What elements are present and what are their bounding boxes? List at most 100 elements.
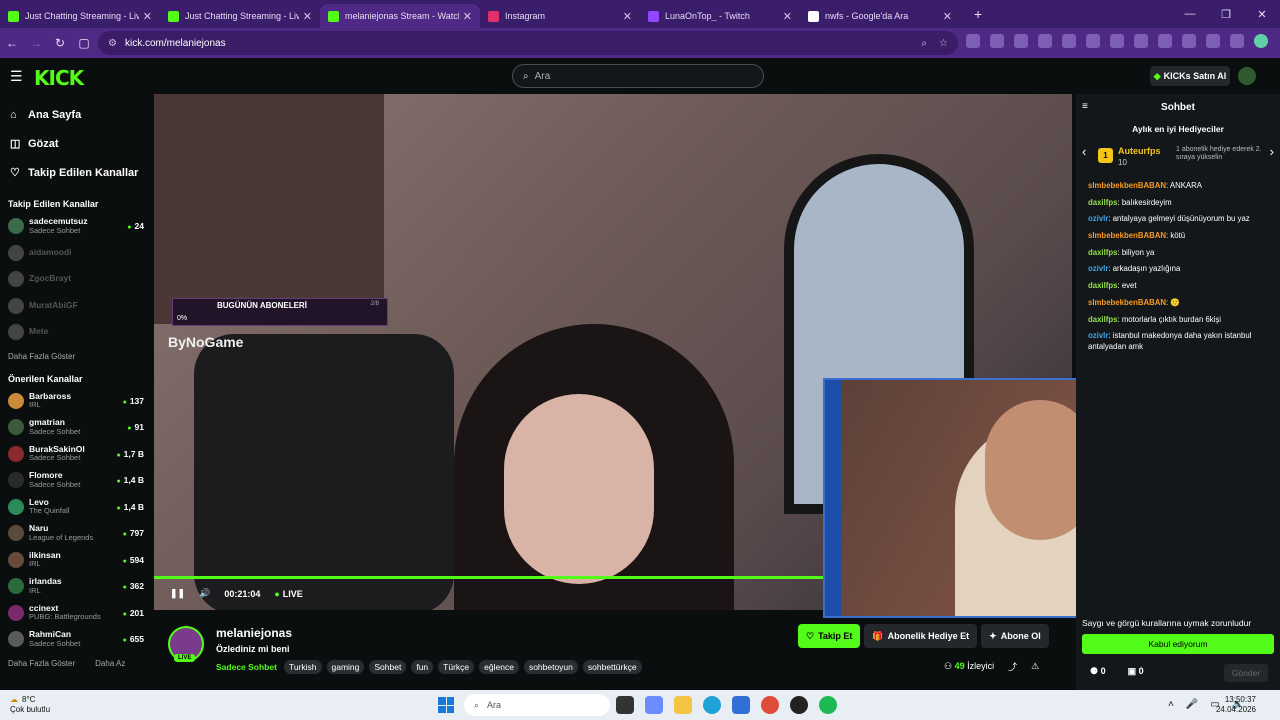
microphone-icon[interactable]: 🎤 (1186, 699, 1198, 710)
extension-icon[interactable] (966, 34, 980, 48)
sidebar-channel[interactable]: ilkinsanIRL594 (0, 547, 152, 574)
new-tab-button[interactable]: + (974, 6, 982, 22)
chat-username[interactable]: ozivlr (1088, 214, 1108, 223)
chat-username[interactable]: slmbebekbenBABAN (1088, 181, 1166, 190)
extension-icon[interactable] (1038, 34, 1052, 48)
task-view-icon[interactable] (616, 696, 634, 714)
sidebar-channel[interactable]: ccinextPUBG: Battlegrounds201 (0, 600, 152, 627)
site-info-icon[interactable]: ⚙ (108, 38, 117, 49)
sidebar-channel[interactable]: FlomoreSadece Sohbet1,4 B (0, 467, 152, 494)
bookmark-star-icon[interactable]: ☆ (939, 38, 948, 49)
chat-username[interactable]: slmbebekbenBABAN (1088, 231, 1166, 240)
gift-sub-button[interactable]: 🎁 Abonelik Hediye Et (864, 624, 978, 648)
chevron-left-icon[interactable]: ‹ (1082, 144, 1086, 159)
tag-chip[interactable]: Sohbet (369, 660, 407, 674)
menu-hamburger-icon[interactable]: ☰ (10, 68, 23, 85)
chat-username[interactable]: ozivlr (1088, 264, 1108, 273)
sidebar-channel[interactable]: RahmiCanSadece Sohbet655 (0, 626, 152, 653)
tag-chip[interactable]: sohbetoyun (523, 660, 578, 674)
tag-chip[interactable]: Türkçe (438, 660, 475, 674)
user-avatar[interactable] (1238, 67, 1256, 85)
maximize-button[interactable]: ❐ (1208, 8, 1244, 21)
sidebar-channel[interactable]: BarbarossIRL137 (0, 388, 152, 415)
search-input[interactable]: ⌕ Ara (512, 64, 764, 88)
collapse-chat-icon[interactable]: ≡ (1082, 101, 1088, 112)
extension-icon[interactable] (1206, 34, 1220, 48)
show-more-button[interactable]: Daha Fazla Göster (8, 659, 75, 668)
taskbar-clock[interactable]: 13:50:37 24.04.2026 (1216, 695, 1256, 716)
chat-username[interactable]: daxilfps (1088, 248, 1117, 257)
browser-tab[interactable]: Just Chatting Streaming - Live S ✕ (160, 4, 320, 28)
extension-icon[interactable] (1086, 34, 1100, 48)
nav-browse[interactable]: ◫ Gözat (10, 129, 142, 158)
accept-rules-button[interactable]: Kabul ediyorum (1082, 634, 1274, 654)
gifts-indicator[interactable]: ▣ 0 (1128, 666, 1144, 677)
kick-logo[interactable]: KICK (34, 66, 84, 90)
weather-widget[interactable]: ☁ 8°C Çok bulutlu (10, 695, 50, 715)
chevron-right-icon[interactable]: › (1270, 144, 1274, 159)
browser-tab[interactable]: nwfs - Google'da Ara ✕ (800, 4, 960, 28)
sidebar-channel[interactable]: Mete (0, 319, 152, 346)
app-icon[interactable] (790, 696, 808, 714)
extension-icon[interactable] (1014, 34, 1028, 48)
download-icon[interactable] (1182, 34, 1196, 48)
minimize-button[interactable]: — (1172, 8, 1208, 20)
history-icon[interactable] (1158, 34, 1172, 48)
file-explorer-icon[interactable] (674, 696, 692, 714)
taskbar-search[interactable]: ⌕ Ara (464, 694, 610, 716)
chat-username[interactable]: ozivlr (1088, 331, 1108, 340)
edge-icon[interactable] (703, 696, 721, 714)
extension-icon[interactable] (1062, 34, 1076, 48)
browser-tab[interactable]: melaniejonas Stream - Watch ✕ (320, 4, 480, 28)
browser-tab[interactable]: Just Chatting Streaming - Live S ✕ (0, 4, 160, 28)
extension-icon[interactable] (990, 34, 1004, 48)
extension-icon[interactable] (1230, 34, 1244, 48)
tab-close-icon[interactable]: ✕ (623, 10, 632, 23)
top-gifter-name[interactable]: Auteurfps (1118, 146, 1161, 156)
spotify-icon[interactable] (819, 696, 837, 714)
sidebar-channel[interactable]: aidamoodi (0, 240, 152, 267)
points-indicator[interactable]: ⚈ 0 (1090, 666, 1106, 677)
back-icon[interactable]: ← (0, 36, 24, 50)
forward-icon[interactable]: → (24, 36, 48, 50)
tag-chip[interactable]: eğlence (479, 660, 519, 674)
pause-icon[interactable]: ❚❚ (170, 588, 185, 599)
browser-tab[interactable]: Instagram ✕ (480, 4, 640, 28)
extension-icon[interactable] (1110, 34, 1124, 48)
volume-icon[interactable]: 🔊 (199, 588, 210, 599)
tag-chip[interactable]: fun (411, 660, 434, 674)
close-window-button[interactable]: ✕ (1244, 8, 1280, 21)
nav-following[interactable]: ♡ Takip Edilen Kanallar (10, 158, 142, 187)
sidebar-channel[interactable]: gmatrianSadece Sohbet91 (0, 414, 152, 441)
sidebar-channel[interactable]: ZgocBrayt (0, 266, 152, 293)
follow-button[interactable]: ♡ Takip Et (798, 624, 861, 648)
share-icon[interactable]: ⤴ (1008, 660, 1017, 673)
show-less-button[interactable]: Daha Az (95, 659, 125, 668)
profile-avatar[interactable] (1254, 34, 1268, 48)
sidepanel-icon[interactable]: ▢ (72, 36, 96, 50)
tab-close-icon[interactable]: ✕ (143, 10, 152, 23)
tag-chip[interactable]: gaming (326, 660, 365, 674)
url-field[interactable]: ⚙ kick.com/melaniejonas ⌕ ☆ (98, 31, 958, 55)
chrome-icon[interactable] (761, 696, 779, 714)
stream-category[interactable]: Sadece Sohbet (216, 662, 277, 672)
streamer-name[interactable]: melaniejonas (216, 626, 292, 640)
chat-username[interactable]: daxilfps (1088, 315, 1117, 324)
copilot-icon[interactable] (645, 696, 663, 714)
tab-close-icon[interactable]: ✕ (303, 10, 312, 23)
chat-username[interactable]: slmbebekbenBABAN (1088, 298, 1166, 307)
tag-chip[interactable]: sohbettürkçe (582, 660, 642, 674)
zoom-icon[interactable]: ⌕ (921, 38, 927, 49)
sidebar-channel[interactable]: NaruLeague of Legends797 (0, 520, 152, 547)
tab-close-icon[interactable]: ✕ (943, 10, 952, 23)
tab-close-icon[interactable]: ✕ (783, 10, 792, 23)
reload-icon[interactable]: ↻ (48, 36, 72, 50)
sidebar-channel[interactable]: irlandasIRL362 (0, 573, 152, 600)
browser-tab[interactable]: LunaOnTop_ - Twitch ✕ (640, 4, 800, 28)
subscribe-button[interactable]: ✦ Abone Ol (981, 624, 1049, 648)
tag-chip[interactable]: Turkish (283, 660, 322, 674)
mail-icon[interactable] (732, 696, 750, 714)
extension-icon[interactable] (1134, 34, 1148, 48)
chat-username[interactable]: daxilfps (1088, 198, 1117, 207)
sidebar-channel[interactable]: LevoThe Quinfall1,4 B (0, 494, 152, 521)
